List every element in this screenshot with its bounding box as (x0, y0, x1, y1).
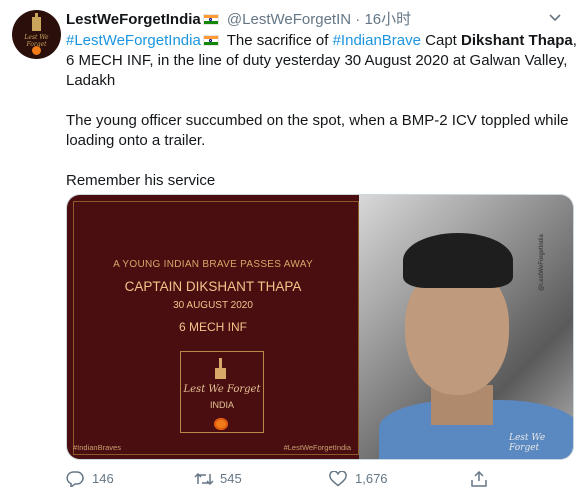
officer-name: Dikshant Thapa (461, 32, 573, 49)
reply-button[interactable]: 146 (66, 468, 146, 490)
tweet-text-segment: The sacrifice of (222, 32, 333, 49)
photo-side-watermark: @LestWeForgetIndia (539, 234, 545, 291)
tweet-media-image[interactable]: A YOUNG INDIAN BRAVE PASSES AWAY CAPTAIN… (66, 194, 574, 460)
marigold-icon (32, 46, 41, 55)
tweet-paragraph-2: The young officer succumbed on the spot,… (66, 112, 569, 149)
tweet-text-segment: Capt (421, 32, 462, 49)
tweet-text: #LestWeForgetIndia The sacrifice of #Ind… (66, 31, 578, 191)
logo-brand: INDIA (209, 400, 234, 410)
tweet-header: LestWeForgetIndia @LestWeForgetIN · 16小时 (66, 10, 576, 30)
memorial-spire-icon (219, 358, 222, 368)
chevron-down-icon[interactable] (545, 10, 565, 30)
officer-photo: @LestWeForgetIndia Lest We Forget (359, 195, 573, 459)
logo-motto: Lest We Forget (183, 384, 261, 395)
poster-logo: Lest We Forget INDIA (180, 351, 264, 433)
retweet-icon (194, 472, 214, 486)
poster-heading: A YOUNG INDIAN BRAVE PASSES AWAY (113, 259, 313, 270)
heart-icon (329, 471, 347, 487)
photo-watermark: Lest We Forget (509, 433, 546, 453)
poster-hashtag-left: #IndianBraves (73, 443, 121, 452)
tweet-paragraph-3: Remember his service (66, 172, 216, 189)
memorial-icon (215, 368, 226, 379)
like-button[interactable]: 1,676 (329, 468, 419, 490)
hashtag-lestweforgetindia[interactable]: #LestWeForgetIndia (66, 32, 201, 49)
india-flag-icon (202, 35, 219, 46)
india-flag-icon (202, 14, 219, 25)
retweet-button[interactable]: 545 (194, 468, 274, 490)
tribute-poster: A YOUNG INDIAN BRAVE PASSES AWAY CAPTAIN… (67, 195, 359, 459)
poster-date: 30 AUGUST 2020 (173, 300, 253, 311)
retweet-count: 545 (220, 471, 242, 486)
separator-dot: · (355, 11, 361, 28)
reply-icon (66, 471, 84, 487)
tweet-paragraph-1: #LestWeForgetIndia The sacrifice of #Ind… (66, 31, 578, 91)
author-name[interactable]: LestWeForgetIndia (66, 11, 201, 28)
share-icon (471, 471, 487, 487)
avatar[interactable]: Lest We Forget (12, 10, 61, 59)
poster-name: CAPTAIN DIKSHANT THAPA (124, 279, 302, 294)
photo-hair (403, 233, 513, 288)
tweet-actions: 146 545 1,676 (66, 468, 576, 490)
hashtag-indianbrave[interactable]: #IndianBrave (333, 32, 421, 49)
reply-count: 146 (92, 471, 114, 486)
tweet-time[interactable]: 16小时 (364, 11, 411, 28)
poster-hashtag-right: #LestWeForgetIndia (283, 443, 351, 452)
marigold-icon (214, 418, 228, 430)
author-handle[interactable]: @LestWeForgetIN (227, 11, 351, 28)
memorial-icon (32, 13, 41, 31)
poster-unit: 6 MECH INF (178, 320, 247, 334)
like-count: 1,676 (355, 471, 388, 486)
share-button[interactable] (470, 468, 492, 490)
